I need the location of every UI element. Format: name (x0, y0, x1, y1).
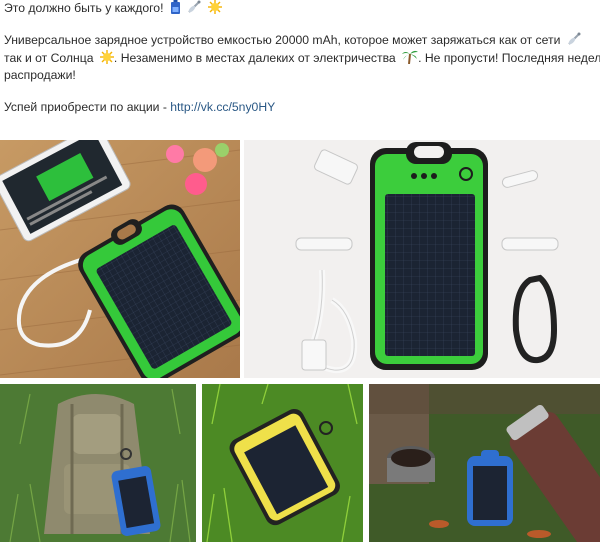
sun-icon (207, 0, 222, 14)
post-description-line: распродажи! (4, 68, 76, 82)
satellite-dish-icon (567, 32, 581, 46)
photo-charger-with-phone[interactable] (0, 140, 240, 378)
post-description-line: . Не пропусти! Последняя недел (418, 51, 600, 65)
photo-yellow-charger-grass[interactable] (202, 384, 363, 542)
post-headline: Это должно быть у каждого! (4, 1, 164, 15)
post-line-1: Это должно быть у каждого! (4, 0, 600, 17)
post-line-4: распродажи! (4, 67, 600, 84)
photo-blue-charger-backpack[interactable] (0, 384, 196, 542)
battery-icon (170, 0, 181, 14)
post-line-2: Универсальное зарядное устройство емкост… (4, 32, 600, 49)
post-line-5: Успей приобрести по акции - http://vk.cc… (4, 99, 600, 116)
palm-tree-icon (402, 49, 419, 64)
post-line-3: так и от Солнца . Незаменимо в местах да… (4, 49, 600, 67)
post-description-line: так и от Солнца (4, 51, 94, 65)
photo-charger-kit[interactable] (244, 140, 600, 378)
post-text: Это должно быть у каждого! Универсальное… (4, 0, 600, 116)
photo-blue-charger-thermos[interactable] (369, 384, 600, 542)
product-link[interactable]: http://vk.cc/5ny0HY (170, 100, 275, 114)
post-description-line: Универсальное зарядное устройство емкост… (4, 33, 561, 47)
post-description-line: . Незаменимо в местах далеких от электри… (113, 51, 396, 65)
sun-icon (99, 50, 114, 64)
post-call-to-action: Успей приобрести по акции - (4, 100, 171, 114)
satellite-dish-icon (187, 0, 201, 14)
